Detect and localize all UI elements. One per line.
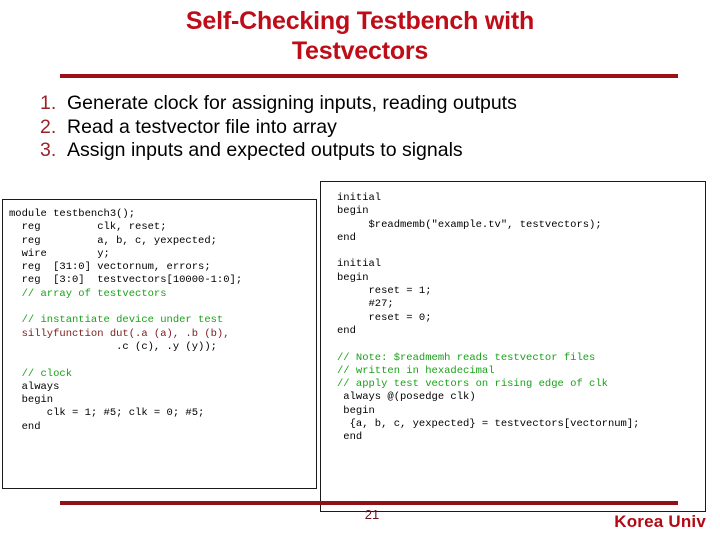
code-line: reg a, b, c, yexpected; [9,234,217,247]
code-line: // written in hexadecimal [337,364,495,377]
footer-brand: Korea Univ [614,512,706,531]
code-block-left: module testbench3(); reg clk, reset; reg… [2,199,317,489]
page-title-line-1: Self-Checking Testbench with [185,7,535,35]
code-line: begin [337,404,375,417]
code-line: begin [337,271,369,284]
page-title-line-2: Testvectors [291,37,429,65]
code-line: clk = 1; #5; clk = 0; #5; [9,407,205,420]
code-line: $readmemb("example.tv", testvectors); [337,218,602,231]
code-line: always @(posedge clk) [337,391,476,404]
code-line: // array of testvectors [9,287,167,300]
bullet-text: Read a testvector file into array [67,115,337,138]
code-line: end [337,324,356,337]
bullet-number: 2. [40,115,57,138]
code-line: reset = 0; [337,311,432,324]
code-line: end [337,431,363,444]
code-line: // Note: $readmemh reads testvector file… [337,351,596,364]
code-line: reg [31:0] vectornum, errors; [9,261,211,274]
code-line: .c (c), .y (y)); [9,340,217,353]
code-line: initial [337,258,382,271]
code-line: always [9,380,60,393]
code-line: // apply test vectors on rising edge of … [337,378,608,391]
page-title: Self-Checking Testbench with Testvectors [60,6,660,66]
code-line: begin [337,205,369,218]
title-divider [60,74,678,78]
code-block-right: initial begin $readmemb("example.tv", tes… [320,181,706,512]
code-line: // instantiate device under test [9,314,224,327]
bullet-list: 1. Generate clock for assigning inputs, r… [40,92,700,163]
code-line: // clock [9,367,73,380]
bullet-item: 2. Read a testvector file into array [40,116,700,140]
bullet-number: 1. [40,92,57,114]
code-line: reg [3:0] testvectors[10000-1:0]; [9,274,243,287]
code-line: initial [337,192,382,204]
page-number: 21 [364,507,380,522]
bullet-item: 3. Assign inputs and expected outputs to … [40,139,700,163]
code-line: wire y; [9,247,110,260]
bullet-number: 3. [40,139,57,161]
code-line: {a, b, c, yexpected} = testvectors[vecto… [337,418,640,431]
bullet-text: Generate clock for assigning inputs, rea… [67,92,517,114]
code-line: begin [9,394,54,407]
code-line: module testbench3(); [9,208,136,220]
footer-divider [60,501,678,505]
bullet-text: Assign inputs and expected outputs to si… [67,139,463,161]
bullet-item: 1. Generate clock for assigning inputs, r… [40,92,700,116]
code-line: end [9,420,41,433]
code-line: #27; [337,298,394,311]
code-line: sillyfunction dut(.a (a), .b (b), [9,327,230,340]
code-line: reset = 1; [337,285,432,298]
code-line: reg clk, reset; [9,221,167,234]
code-line: end [337,231,356,244]
